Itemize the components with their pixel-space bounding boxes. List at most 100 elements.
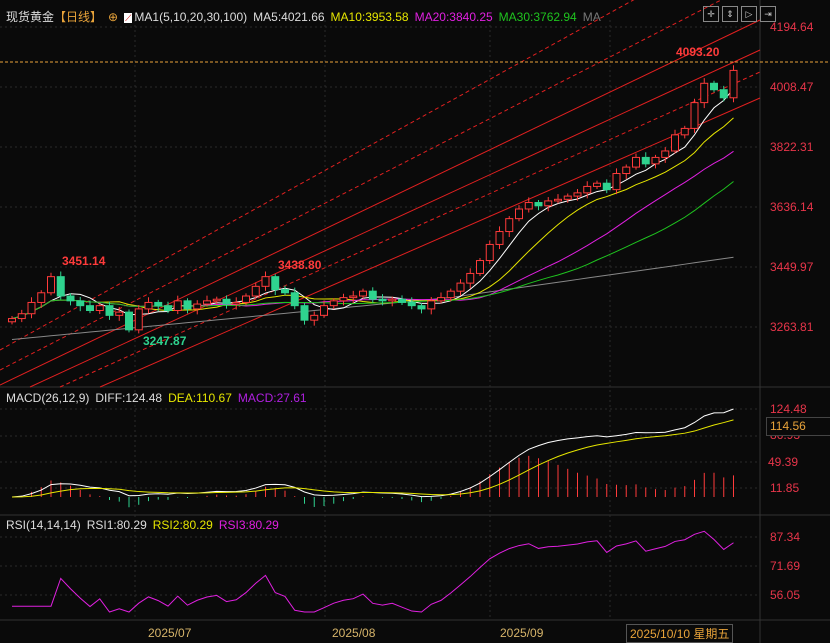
candle-body <box>388 298 397 302</box>
ma-settings-icon[interactable]: ⟋ <box>124 13 133 23</box>
candle-body <box>544 200 553 207</box>
candle-body <box>95 305 104 312</box>
candle-body <box>8 318 16 323</box>
zoom-in-icon[interactable]: ⇕ <box>722 6 738 22</box>
candle-body <box>671 134 679 152</box>
x-label: 2025/07 <box>148 626 192 640</box>
trend-line <box>0 19 761 386</box>
candle-body <box>349 295 358 299</box>
candle-body <box>125 311 133 331</box>
annotation-high: 3438.80 <box>278 258 322 272</box>
candle-body <box>690 102 699 129</box>
chart-window: 现货黄金【日线】 ⊕ ⟋ MA1(5,10,20,30,100) MA5:4021.66… <box>0 0 830 643</box>
candle-body <box>154 301 163 307</box>
candle-body <box>115 311 124 316</box>
candle-body <box>203 300 211 305</box>
trend-line <box>29 49 761 388</box>
candle-body <box>290 292 299 307</box>
candle-body <box>680 127 689 136</box>
candle-body <box>398 298 406 303</box>
candle-body <box>495 231 504 245</box>
candle-body <box>368 290 377 300</box>
candle-body <box>729 69 738 99</box>
price-tick: 4194.64 <box>770 20 814 34</box>
annotation-high: 4093.20 <box>676 45 720 59</box>
candle-body <box>281 289 289 294</box>
annotation-high: 3451.14 <box>62 254 106 268</box>
candle-body <box>427 300 436 310</box>
candle-body <box>261 276 270 287</box>
chart-canvas[interactable] <box>0 0 830 643</box>
candle-body <box>651 156 660 165</box>
rsi-legend: RSI(14,14,14) RSI1:80.29 RSI2:80.29 RSI3:80… <box>6 518 285 532</box>
candle-body <box>437 297 445 302</box>
candle-body <box>446 290 455 299</box>
candle-body <box>339 297 348 302</box>
rsi-tick: 56.05 <box>770 588 801 602</box>
rsi-label: RSI(14,14,14) <box>6 518 81 532</box>
candle-body <box>524 202 533 210</box>
candle-body <box>134 308 143 331</box>
macd-current-value: 114.56 <box>766 417 830 436</box>
candle-body <box>27 301 36 315</box>
diff-value: DIFF:124.48 <box>95 391 163 405</box>
ma5-line <box>11 88 734 320</box>
candle-body <box>563 195 572 200</box>
price-tick: 3263.81 <box>770 320 814 334</box>
ma-more: MA <box>582 10 601 24</box>
candle-body <box>212 298 221 302</box>
candle-body <box>164 305 172 312</box>
rsi1-value: RSI1:80.29 <box>86 518 147 532</box>
candle-body <box>534 202 543 207</box>
candle-body <box>66 295 75 302</box>
rsi-tick: 71.69 <box>770 559 801 573</box>
diff-line <box>11 408 734 498</box>
ma10-value: MA10:3953.58 <box>330 10 409 24</box>
candle-body <box>173 300 182 312</box>
rsi2-value: RSI2:80.29 <box>152 518 213 532</box>
price-tick: 3636.14 <box>770 200 814 214</box>
trend-line <box>99 97 761 388</box>
candle-body <box>632 156 640 168</box>
candle-body <box>251 285 260 297</box>
candle-body <box>105 305 114 316</box>
main-legend: 现货黄金【日线】 ⊕ ⟋ MA1(5,10,20,30,100) MA5:4021.66… <box>6 8 607 25</box>
macd-legend: MACD(26,12,9) DIFF:124.48 DEA:110.67 MACD:2… <box>6 391 313 405</box>
candle-body <box>719 89 728 99</box>
candle-body <box>661 150 670 158</box>
zoom-out-icon[interactable]: ▷ <box>741 6 757 22</box>
crosshair-icon[interactable]: ⊕ <box>108 10 118 24</box>
candle-body <box>417 305 426 310</box>
candle-body <box>505 218 514 233</box>
ma-label: MA1(5,10,20,30,100) <box>134 10 248 24</box>
chart-toolbar: ✛ ⇕ ▷ ⇥ <box>703 6 776 22</box>
candle-body <box>710 82 718 91</box>
trend-line <box>0 0 723 371</box>
macd-value: MACD:27.61 <box>237 391 307 405</box>
macd-tick: 11.85 <box>770 481 800 495</box>
candle-body <box>485 243 494 262</box>
candle-body <box>193 303 202 310</box>
candle-body <box>476 260 484 274</box>
candle-body <box>407 301 416 307</box>
candle-body <box>456 282 465 292</box>
candle-body <box>602 182 611 191</box>
crosshair-tool-icon[interactable]: ✛ <box>703 6 719 22</box>
price-tick: 3822.31 <box>770 140 814 154</box>
rsi-line <box>12 530 734 613</box>
candle-body <box>222 298 231 305</box>
macd-tick: 124.48 <box>770 402 807 416</box>
candle-body <box>573 192 582 197</box>
cursor-date: 2025/10/10 星期五 <box>626 624 734 643</box>
candle-body <box>76 300 85 307</box>
candle-body <box>47 276 55 294</box>
candle-body <box>242 295 250 303</box>
candle-body <box>329 300 338 307</box>
x-label: 2025/09 <box>500 626 544 640</box>
candle-body <box>271 276 280 291</box>
period-label[interactable]: 【日线】 <box>54 10 102 24</box>
ma30-value: MA30:3762.94 <box>498 10 577 24</box>
candle-body <box>359 290 367 297</box>
candle-body <box>378 298 387 302</box>
candle-body <box>17 313 26 320</box>
